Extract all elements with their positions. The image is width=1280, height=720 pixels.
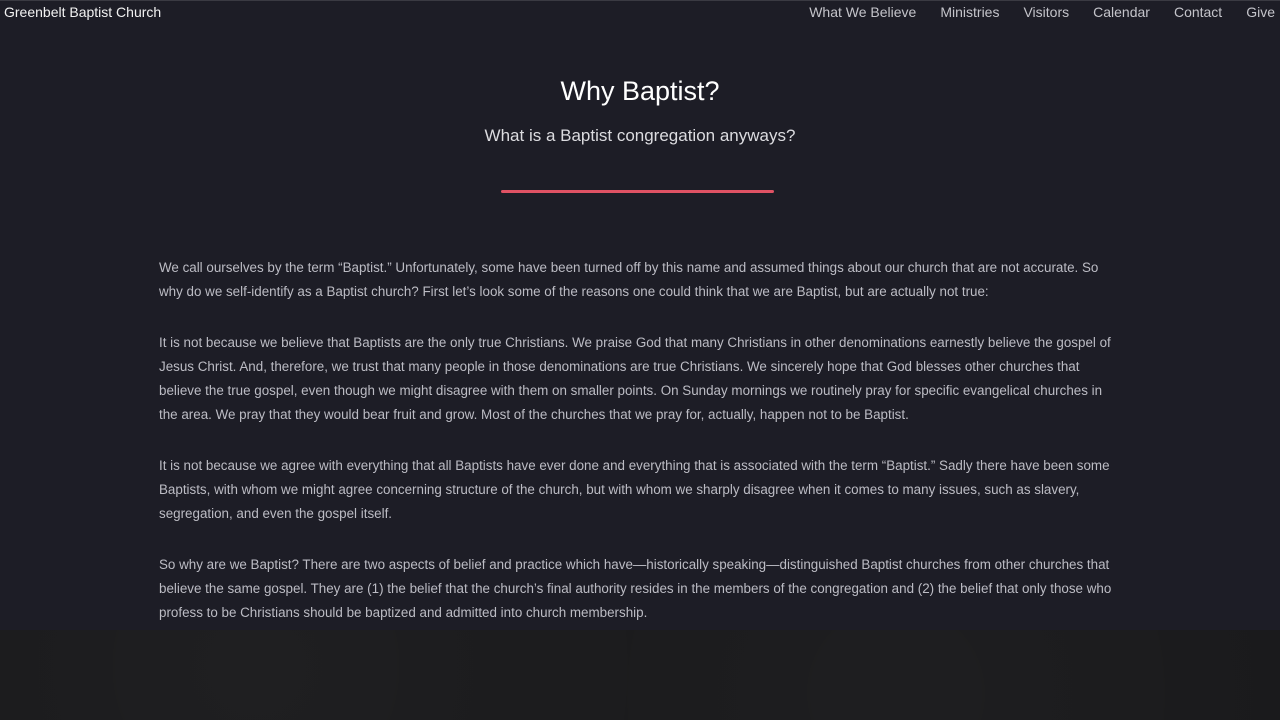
top-navigation-bar: Greenbelt Baptist Church What We Believe… bbox=[0, 0, 1280, 24]
nav-link-ministries[interactable]: Ministries bbox=[940, 4, 999, 20]
nav-link-what-we-believe[interactable]: What We Believe bbox=[809, 4, 916, 20]
footer-background-band bbox=[0, 630, 1280, 720]
page-subtitle: What is a Baptist congregation anyways? bbox=[484, 126, 796, 145]
main-nav: What We Believe Ministries Visitors Cale… bbox=[785, 4, 1275, 20]
nav-link-contact[interactable]: Contact bbox=[1174, 4, 1222, 20]
article-paragraph-3: It is not because we agree with everythi… bbox=[159, 458, 1110, 521]
nav-link-calendar[interactable]: Calendar bbox=[1093, 4, 1150, 20]
nav-link-give[interactable]: Give bbox=[1246, 4, 1275, 20]
hero-section: Why Baptist? What is a Baptist congregat… bbox=[0, 74, 1280, 147]
article-content: We call ourselves by the term “Baptist.”… bbox=[159, 256, 1121, 652]
accent-divider bbox=[501, 190, 774, 193]
page-title: Why Baptist? bbox=[560, 76, 720, 106]
article-paragraph-1: We call ourselves by the term “Baptist.”… bbox=[159, 260, 1099, 299]
article-paragraph-2: It is not because we believe that Baptis… bbox=[159, 335, 1111, 422]
nav-link-visitors[interactable]: Visitors bbox=[1023, 4, 1069, 20]
site-brand-link[interactable]: Greenbelt Baptist Church bbox=[4, 4, 161, 20]
article-paragraph-4: So why are we Baptist? There are two asp… bbox=[159, 557, 1112, 620]
